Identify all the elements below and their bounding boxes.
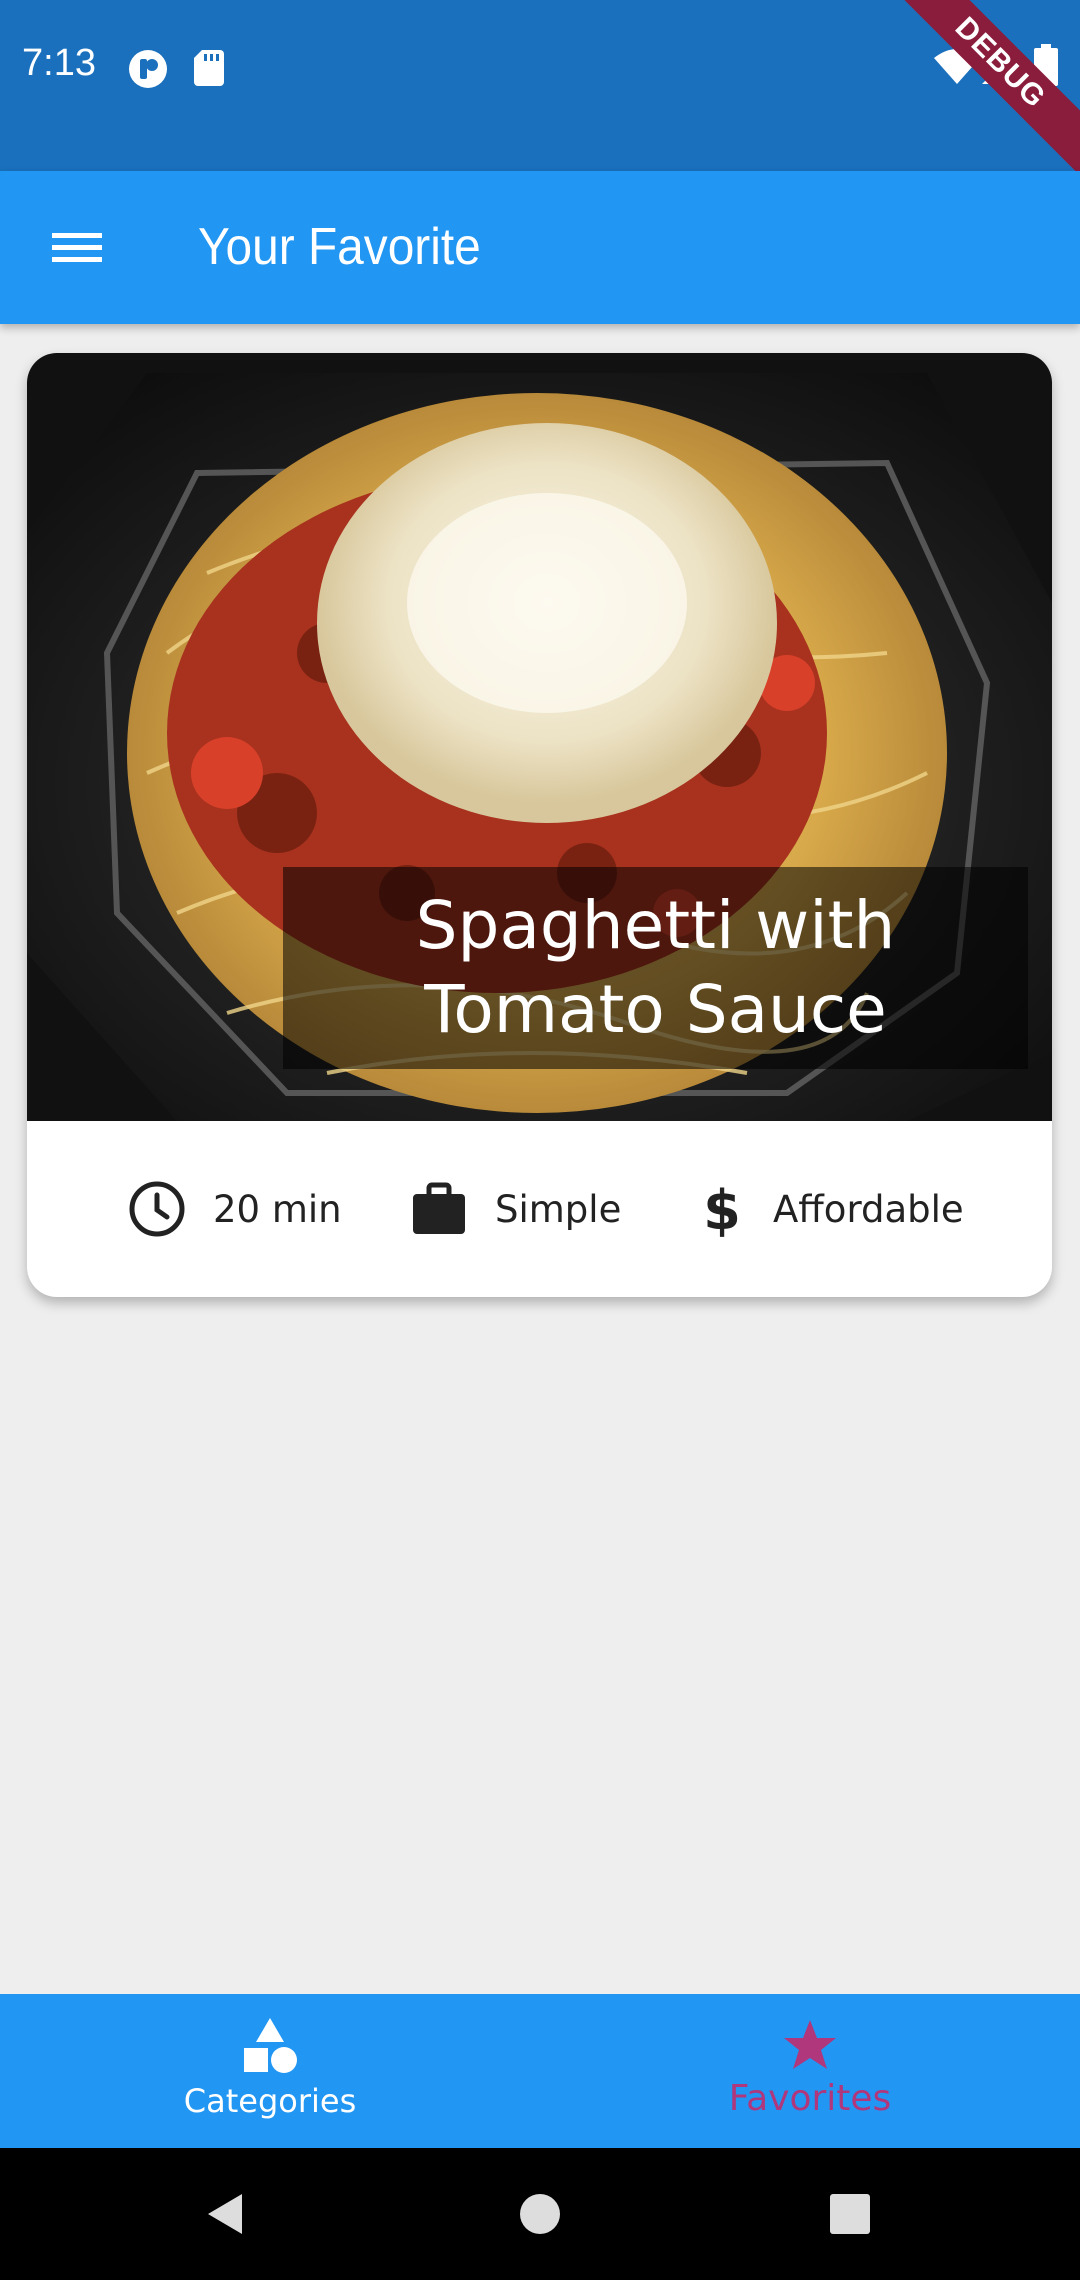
debug-banner: DEBUG xyxy=(877,0,1080,186)
nav-label-favorites: Favorites xyxy=(728,2078,892,2119)
menu-button[interactable] xyxy=(40,217,114,277)
meal-title: Spaghetti with Tomato Sauce xyxy=(415,887,896,1048)
category-icon xyxy=(244,2018,297,2073)
affordability-text: Affordable xyxy=(773,1187,964,1231)
meal-card[interactable]: Spaghetti with Tomato Sauce 20 min Simpl… xyxy=(27,353,1052,1297)
nav-item-favorites[interactable]: Favorites xyxy=(540,1994,1080,2148)
meal-title-overlay: Spaghetti with Tomato Sauce xyxy=(283,867,1028,1069)
app-bar: Your Favorite xyxy=(0,171,1080,324)
page-title: Your Favorite xyxy=(198,218,481,276)
hamburger-menu-icon xyxy=(52,233,102,262)
system-navigation-bar xyxy=(0,2148,1080,2280)
recents-icon[interactable] xyxy=(828,2192,872,2236)
sd-card-icon xyxy=(194,50,224,90)
star-icon xyxy=(784,2020,836,2069)
briefcase-icon xyxy=(413,1182,465,1234)
status-bar: 7:13 DEBUG xyxy=(0,0,1080,186)
affordability-info: $ Affordable xyxy=(697,1171,964,1247)
notification-p-icon xyxy=(128,49,168,93)
meal-info-row: 20 min Simple $ Affordable xyxy=(27,1121,1052,1297)
nav-item-categories[interactable]: Categories xyxy=(0,1994,540,2148)
complexity-text: Simple xyxy=(495,1187,622,1231)
duration-info: 20 min xyxy=(127,1171,342,1247)
nav-label-categories: Categories xyxy=(183,2082,357,2120)
home-icon[interactable] xyxy=(518,2192,562,2236)
back-icon[interactable] xyxy=(202,2190,250,2238)
dollar-icon: $ xyxy=(703,1179,741,1239)
bottom-navigation: Categories Favorites xyxy=(0,1994,1080,2148)
clock-icon xyxy=(129,1181,185,1237)
duration-text: 20 min xyxy=(213,1187,342,1231)
svg-text:$: $ xyxy=(703,1179,741,1239)
status-time: 7:13 xyxy=(22,42,96,84)
complexity-info: Simple xyxy=(409,1171,621,1247)
